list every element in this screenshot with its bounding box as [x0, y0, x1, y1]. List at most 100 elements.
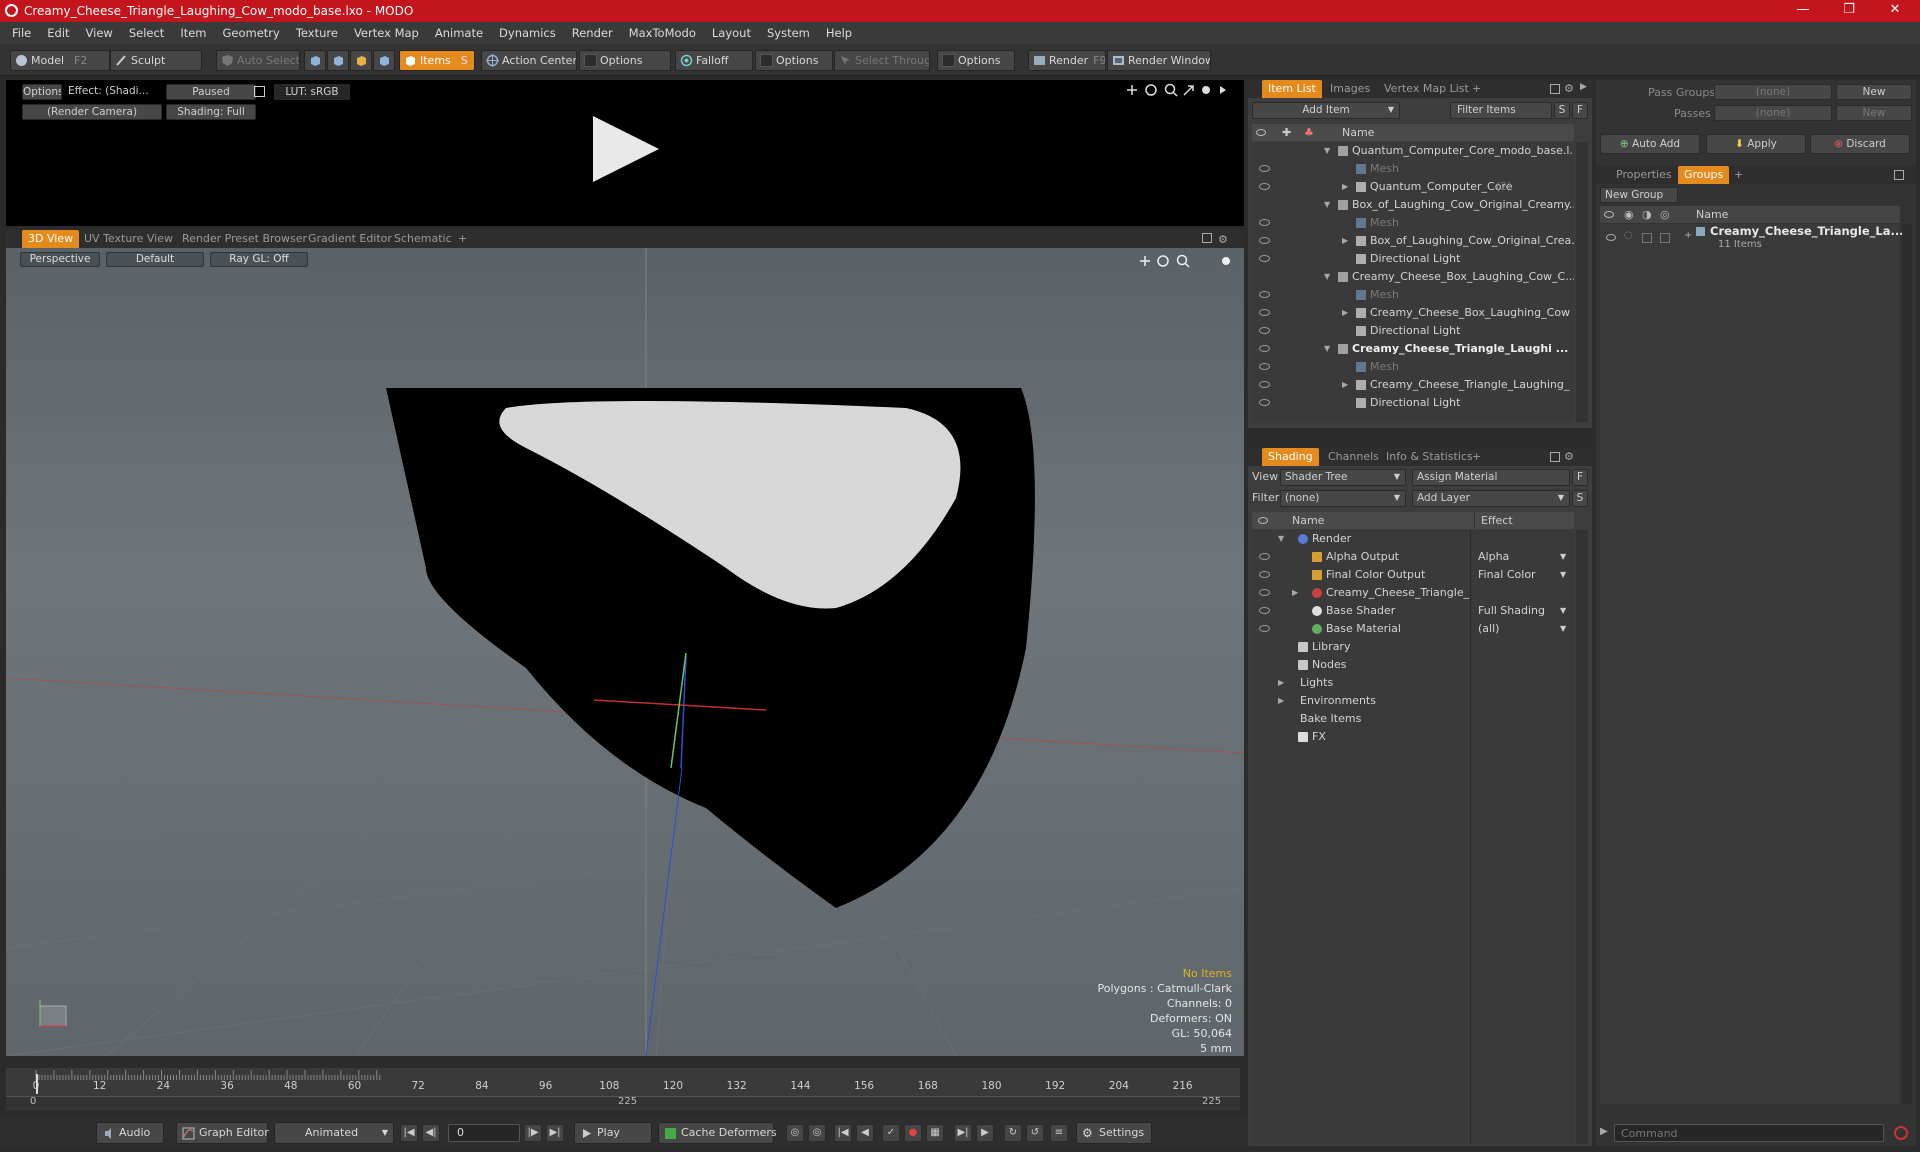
tab-uv-texture-view[interactable]: UV Texture View — [78, 230, 179, 248]
select-materials-button[interactable] — [373, 50, 395, 71]
tab-info-statistics[interactable]: Info & Statistics — [1380, 448, 1479, 466]
audio-button[interactable]: Audio — [96, 1122, 164, 1144]
next-key2-icon[interactable]: ▶ — [976, 1124, 994, 1142]
view-dropdown[interactable]: Shader Tree ▼ — [1280, 469, 1406, 486]
frame-input[interactable]: 0 — [448, 1124, 520, 1142]
new-pass-group-button[interactable]: New — [1836, 84, 1912, 100]
item-row[interactable]: ▼ Creamy_Cheese_Triangle_Laughi ... — [1252, 340, 1574, 358]
eye-icon[interactable] — [1259, 553, 1270, 560]
shader-row[interactable]: ▶ Environments — [1252, 692, 1574, 710]
select-edges-button[interactable] — [327, 50, 349, 71]
expand-icon[interactable]: + — [1684, 230, 1692, 241]
filter-items-input[interactable]: Filter Items — [1450, 102, 1552, 119]
timeline[interactable]: 0 12 24 36 48 60 72 84 96 108 120 132 144 156 168 180 19… — [6, 1068, 1240, 1110]
items-mode-button[interactable]: Items S — [399, 50, 475, 71]
collapse-icon[interactable]: ▼ — [1324, 196, 1330, 214]
expand-icon[interactable]: ▶ — [1342, 304, 1348, 322]
new-group-button[interactable]: New Group — [1600, 187, 1678, 203]
eye-icon[interactable] — [1259, 607, 1270, 614]
raygl-button[interactable]: Ray GL: Off — [210, 252, 308, 267]
item-list-scrollbar[interactable] — [1576, 142, 1588, 422]
gear-icon[interactable]: ⚙ — [1218, 233, 1228, 246]
key-auto-icon[interactable]: ◎ — [808, 1124, 826, 1142]
sync-icon[interactable]: ≡ — [1050, 1124, 1068, 1142]
item-row[interactable]: ▼ Creamy_Cheese_Box_Laughing_Cow_C... — [1252, 268, 1574, 286]
shading-s-button[interactable]: S — [1572, 490, 1588, 507]
expand-icon[interactable]: ▶ — [1278, 692, 1284, 710]
shader-effect-value[interactable]: (all) — [1478, 620, 1558, 638]
tab-images[interactable]: Images — [1324, 80, 1376, 98]
item-row[interactable]: ▶ Box_of_Laughing_Cow_Original_Crea... — [1252, 232, 1574, 250]
play-render-icon[interactable] — [591, 114, 661, 184]
expand-icon[interactable]: ▶ — [1342, 376, 1348, 394]
action-center-button[interactable]: Action Center — [481, 50, 577, 71]
menu-file[interactable]: File — [12, 26, 31, 40]
filter-dropdown[interactable]: (none) ▼ — [1280, 490, 1406, 507]
item-row[interactable]: ▶ Quantum_Computer_Core (2) — [1252, 178, 1574, 196]
eye-icon[interactable] — [1259, 625, 1270, 632]
item-row[interactable]: Mesh — [1252, 286, 1574, 304]
loop-icon[interactable]: ↻ — [1004, 1124, 1022, 1142]
select-polygons-button[interactable] — [350, 50, 372, 71]
cache-deformers-button[interactable]: Cache Deformers — [658, 1122, 777, 1144]
eye-icon[interactable] — [1259, 255, 1270, 262]
tab-groups[interactable]: Groups — [1678, 166, 1730, 184]
playhead[interactable] — [36, 1074, 38, 1094]
gear-icon[interactable]: ⚙ — [1564, 82, 1574, 95]
lock-checkbox[interactable] — [1642, 233, 1652, 243]
render-toggle-icon[interactable]: ◌ — [1624, 230, 1633, 241]
menu-edit[interactable]: Edit — [47, 26, 69, 40]
expand-icon[interactable]: ▶ — [1278, 674, 1284, 692]
restore-icon[interactable]: ❐ — [1826, 0, 1872, 22]
auto-add-button[interactable]: ⊕ Auto Add — [1600, 134, 1700, 154]
shader-row[interactable]: Base Shader Full Shading ▼ — [1252, 602, 1574, 620]
step-back-icon[interactable]: ◀| — [422, 1124, 440, 1142]
shader-row[interactable]: FX — [1252, 728, 1574, 746]
minimize-icon[interactable]: — — [1780, 0, 1826, 22]
next-key-icon[interactable]: ▶| — [954, 1124, 972, 1142]
eye-icon[interactable] — [1259, 399, 1270, 406]
eye-icon[interactable] — [1259, 237, 1270, 244]
item-row[interactable]: ▶ Creamy_Cheese_Triangle_Laughing_ ... — [1252, 376, 1574, 394]
item-row[interactable]: Mesh — [1252, 160, 1574, 178]
loop2-icon[interactable]: ↺ — [1026, 1124, 1044, 1142]
eye-icon[interactable] — [1259, 291, 1270, 298]
filter-s-button[interactable]: S — [1554, 102, 1570, 119]
record-icon[interactable]: ● — [904, 1124, 922, 1142]
menu-vertex-map[interactable]: Vertex Map — [354, 26, 419, 40]
chevron-down-icon[interactable]: ▼ — [1560, 548, 1566, 566]
preview-effect-label[interactable]: Effect: (Shadi... — [68, 84, 166, 100]
tab-3d-view[interactable]: 3D View — [22, 230, 80, 248]
action-center-options-button[interactable]: Options — [579, 50, 671, 71]
3d-viewport[interactable]: Perspective Default Ray GL: Off No Items… — [6, 248, 1244, 1056]
viewport-nav-icons[interactable] — [1138, 254, 1234, 268]
eye-icon[interactable] — [1259, 381, 1270, 388]
play-button[interactable]: Play — [574, 1122, 652, 1144]
auto-select-button[interactable]: Auto Select — [216, 50, 300, 71]
menu-arrow-icon[interactable]: ▶ — [1580, 82, 1587, 92]
shader-row[interactable]: Bake Items — [1252, 710, 1574, 728]
shader-effect-value[interactable]: Alpha — [1478, 548, 1558, 566]
tab-channels[interactable]: Channels — [1322, 448, 1385, 466]
tab-item-list[interactable]: Item List — [1262, 80, 1322, 98]
add-layer-dropdown[interactable]: Add Layer ▼ — [1412, 490, 1570, 507]
eye-icon[interactable] — [1259, 345, 1270, 352]
options-checkbox[interactable] — [942, 54, 955, 67]
render-button[interactable]: Render F9 — [1028, 50, 1106, 71]
render-window-button[interactable]: Render Window — [1107, 50, 1211, 71]
tab-add[interactable]: + — [1466, 80, 1487, 98]
tab-gradient-editor[interactable]: Gradient Editor — [302, 230, 398, 248]
chevron-down-icon[interactable]: ▼ — [1560, 602, 1566, 620]
options-checkbox[interactable] — [760, 54, 773, 67]
apply-button[interactable]: ⬇ Apply — [1706, 134, 1806, 154]
tab-vertex-map-list[interactable]: Vertex Map List — [1378, 80, 1475, 98]
select-vertices-button[interactable] — [304, 50, 326, 71]
falloff-button[interactable]: Falloff — [675, 50, 753, 71]
tab-add[interactable]: + — [1466, 448, 1487, 466]
assign-material-button[interactable]: Assign Material — [1412, 469, 1570, 486]
command-input[interactable] — [1614, 1124, 1884, 1142]
eye-icon[interactable] — [1259, 309, 1270, 316]
eye-icon[interactable] — [1259, 589, 1270, 596]
camera-button[interactable]: (Render Camera) — [22, 104, 162, 120]
tab-properties[interactable]: Properties — [1610, 166, 1678, 184]
